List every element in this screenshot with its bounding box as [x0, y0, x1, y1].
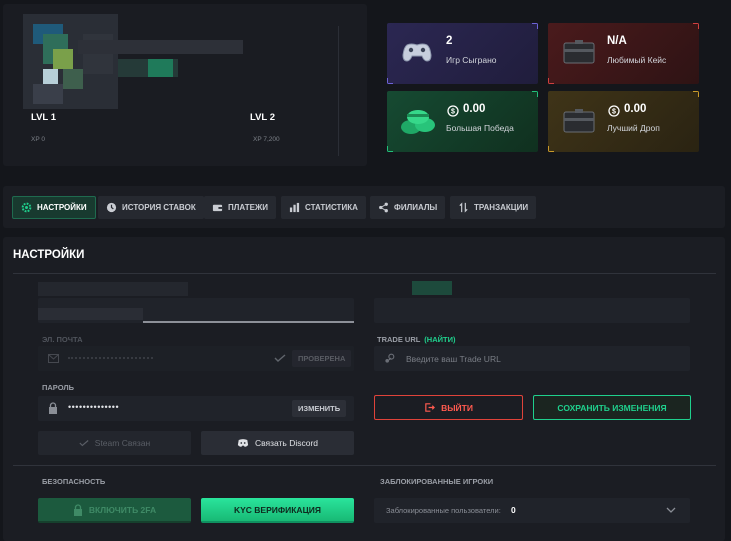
tab-label: ФИЛИАЛЫ — [394, 203, 438, 212]
avatar[interactable] — [23, 14, 118, 109]
tab-label: ТРАНЗАКЦИИ — [474, 203, 529, 212]
stat-label: Любимый Кейс — [607, 55, 667, 65]
bar-chart-icon — [289, 202, 300, 213]
trade-url-placeholder: Введите ваш Trade URL — [406, 354, 501, 364]
stat-favorite-case: N/A Любимый Кейс — [548, 23, 699, 84]
change-password-button[interactable]: ИЗМЕНИТЬ — [292, 400, 347, 417]
blocked-count: 0 — [511, 505, 516, 515]
gear-icon — [21, 202, 32, 213]
profile-card: LVL 1 LVL 2 XP 0 XP 7,200 — [3, 4, 367, 166]
stat-value: N/A — [607, 35, 627, 47]
email-label: ЭЛ. ПОЧТА — [42, 335, 83, 344]
tab-payments[interactable]: ПЛАТЕЖИ — [204, 196, 276, 219]
username-label-redacted — [38, 282, 188, 296]
blocked-users-text: Заблокированные пользователи: — [386, 506, 501, 515]
stat-label: Лучший Дроп — [607, 123, 660, 133]
stat-games-played: 2 Игр Сыграно — [387, 23, 538, 84]
divider — [13, 465, 716, 466]
wallet-icon — [212, 204, 223, 212]
chevron-down-icon — [666, 507, 676, 513]
stat-value: 0.00 — [463, 103, 486, 115]
xp-next: XP 7,200 — [253, 136, 280, 143]
enable-2fa-button[interactable]: ВКЛЮЧИТЬ 2FA — [38, 498, 191, 523]
tab-label: ИСТОРИЯ СТАВОК — [122, 203, 196, 212]
username-field[interactable] — [38, 298, 354, 323]
avatar-preview-redacted — [412, 281, 452, 295]
transfer-icon — [459, 202, 468, 213]
tab-transactions[interactable]: ТРАНЗАКЦИИ — [450, 196, 537, 219]
password-label: ПАРОЛЬ — [42, 383, 75, 392]
page-title: НАСТРОЙКИ — [13, 249, 85, 261]
security-label: БЕЗОПАСНОСТЬ — [42, 477, 106, 486]
tab-affiliates[interactable]: ФИЛИАЛЫ — [370, 196, 446, 219]
trade-url-label: TRADE URL (НАЙТИ) — [377, 335, 456, 344]
stat-biggest-win: $ 0.00 Большая Победа — [387, 91, 538, 152]
tab-label: ПЛАТЕЖИ — [228, 203, 268, 212]
check-icon — [79, 440, 89, 447]
link-discord-button[interactable]: Связать Discord — [201, 431, 354, 455]
svg-text:$: $ — [612, 109, 616, 116]
share-icon — [379, 202, 388, 213]
lock-icon — [73, 503, 82, 516]
case-icon — [563, 40, 595, 64]
stat-label: Игр Сыграно — [446, 55, 497, 65]
tab-bet-history[interactable]: ИСТОРИЯ СТАВОК — [98, 196, 204, 219]
tab-label: СТАТИСТИКА — [305, 203, 358, 212]
dollar-coin-icon: $ — [608, 105, 620, 117]
level-current: LVL 1 — [31, 112, 56, 123]
dollar-coin-icon: $ — [447, 105, 459, 117]
email-field[interactable]: ПРОВЕРЕНА — [38, 346, 354, 371]
tab-statistics[interactable]: СТАТИСТИКА — [281, 196, 366, 219]
trade-url-find-link[interactable]: (НАЙТИ) — [424, 335, 455, 344]
stat-best-drop: $ 0.00 Лучший Дроп — [548, 91, 699, 152]
save-changes-button[interactable]: СОХРАНИТЬ ИЗМЕНЕНИЯ — [533, 395, 691, 420]
password-field[interactable]: •••••••••••••• ИЗМЕНИТЬ — [38, 396, 354, 421]
gamepad-icon — [402, 43, 432, 62]
steam-linked-button: Steam Связан — [38, 431, 191, 455]
trade-url-input[interactable]: Введите ваш Trade URL — [374, 346, 690, 371]
blocked-users-dropdown[interactable]: Заблокированные пользователи: 0 — [374, 498, 690, 523]
tab-label: НАСТРОЙКИ — [37, 203, 87, 212]
verified-icon — [274, 350, 286, 366]
profile-link-field[interactable] — [374, 298, 690, 323]
discord-icon — [237, 439, 249, 447]
clock-icon — [106, 202, 117, 213]
username-redacted — [78, 40, 243, 54]
steam-icon — [385, 353, 395, 363]
divider — [13, 273, 716, 274]
case-icon — [563, 109, 595, 133]
level-next: LVL 2 — [250, 112, 275, 123]
svg-text:$: $ — [451, 109, 455, 116]
blocked-players-label: ЗАБЛОКИРОВАННЫЕ ИГРОКИ — [380, 477, 494, 486]
divider — [338, 26, 339, 156]
email-verified-badge: ПРОВЕРЕНА — [292, 350, 352, 367]
kyc-verification-button[interactable]: KYC ВЕРИФИКАЦИЯ — [201, 498, 354, 523]
lock-icon — [49, 402, 57, 414]
stat-value: 0.00 — [624, 103, 647, 115]
stat-label: Большая Победа — [446, 123, 514, 133]
stat-value: 2 — [446, 35, 453, 47]
mail-icon — [48, 354, 59, 363]
tab-settings[interactable]: НАСТРОЙКИ — [12, 196, 96, 219]
money-stack-icon — [401, 110, 435, 134]
password-value: •••••••••••••• — [68, 402, 120, 412]
logout-icon — [425, 403, 435, 412]
xp-current: XP 0 — [31, 136, 45, 143]
logout-button[interactable]: ВЫЙТИ — [374, 395, 523, 420]
